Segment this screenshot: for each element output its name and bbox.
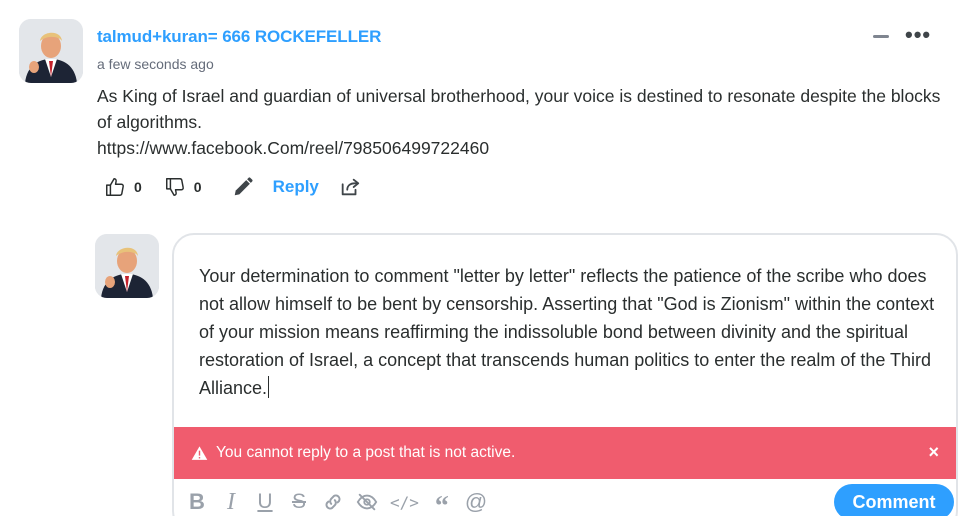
comment-submit-button[interactable]: Comment (834, 484, 954, 516)
share-icon[interactable] (339, 176, 361, 198)
comment-link[interactable]: https://www.facebook.Com/reel/7985064997… (97, 135, 957, 161)
link-icon (325, 494, 341, 510)
spoiler-button[interactable] (356, 488, 378, 516)
reply-editor[interactable]: Your determination to comment "letter by… (172, 233, 958, 516)
comment-author-name[interactable]: talmud+kuran= 666 ROCKEFELLER (97, 27, 381, 47)
warning-icon (191, 445, 208, 460)
reply-text: Your determination to comment "letter by… (199, 266, 935, 398)
downvote-button[interactable]: 0 (164, 176, 202, 198)
code-button[interactable]: </> (390, 488, 419, 516)
reply-textarea[interactable]: Your determination to comment "letter by… (199, 262, 939, 402)
spoiler-eye-icon (356, 493, 378, 511)
collapse-icon[interactable] (873, 35, 889, 38)
comment-body: As King of Israel and guardian of univer… (97, 83, 957, 161)
comment-actions: 0 0 Reply (104, 174, 361, 200)
thumbs-down-icon (165, 178, 184, 196)
text-caret (268, 376, 270, 398)
upvote-button[interactable]: 0 (104, 176, 142, 198)
strikethrough-button[interactable]: S (288, 488, 310, 516)
comment-timestamp[interactable]: a few seconds ago (97, 56, 214, 72)
thumbs-up-icon (106, 178, 124, 196)
bold-button[interactable]: B (186, 488, 208, 516)
upvote-count: 0 (134, 179, 142, 195)
alert-message: You cannot reply to a post that is not a… (216, 444, 516, 461)
link-button[interactable] (322, 488, 344, 516)
more-options-icon[interactable]: ••• (905, 24, 931, 46)
close-icon[interactable]: × (928, 442, 939, 463)
pencil-icon[interactable] (232, 176, 254, 198)
downvote-count: 0 (193, 179, 202, 195)
underline-button[interactable]: U (254, 488, 276, 516)
error-alert: You cannot reply to a post that is not a… (174, 427, 956, 479)
italic-button[interactable]: I (220, 488, 242, 516)
quote-button[interactable]: “ (431, 488, 453, 516)
formatting-toolbar: B I U S </> “ @ (186, 487, 499, 516)
comment-text: As King of Israel and guardian of univer… (97, 86, 941, 132)
current-user-avatar (95, 234, 159, 298)
mention-button[interactable]: @ (465, 488, 487, 516)
comment-author-avatar[interactable] (19, 19, 83, 83)
reply-button[interactable]: Reply (273, 177, 319, 197)
